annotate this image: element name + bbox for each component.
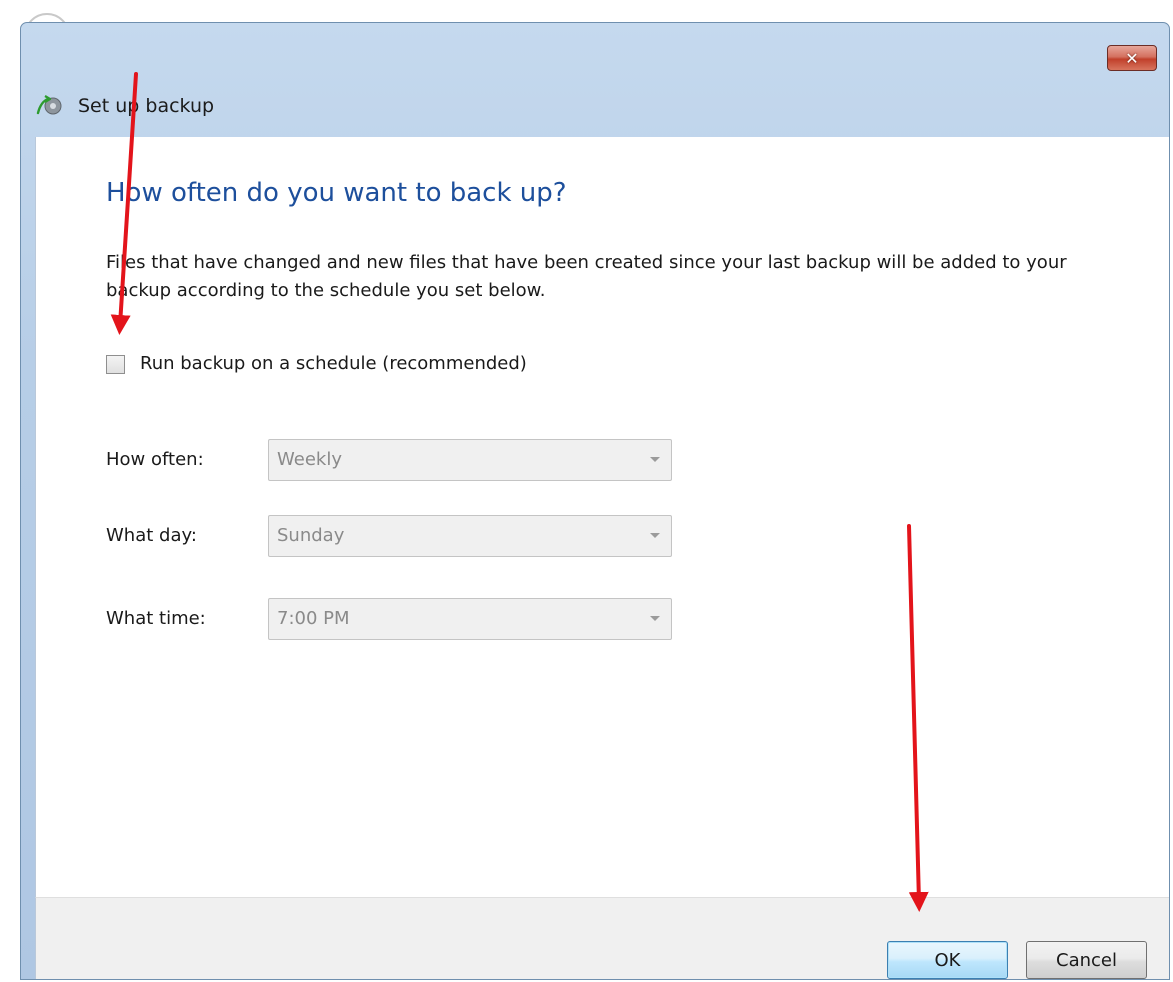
window-title: Set up backup [78, 95, 215, 117]
ok-button[interactable]: OK [887, 941, 1008, 979]
how-often-select[interactable]: Weekly [268, 439, 672, 481]
what-day-label: What day: [106, 525, 197, 546]
what-time-value: 7:00 PM [277, 608, 350, 629]
schedule-checkbox-row[interactable]: Run backup on a schedule (recommended) [106, 352, 527, 376]
page-heading: How often do you want to back up? [106, 178, 567, 208]
page-description: Files that have changed and new files th… [106, 252, 1067, 301]
close-button[interactable]: ✕ [1107, 45, 1157, 71]
what-time-label: What time: [106, 608, 206, 629]
how-often-value: Weekly [277, 449, 342, 470]
chevron-down-icon [650, 533, 660, 538]
schedule-checkbox-label: Run backup on a schedule (recommended) [140, 353, 527, 374]
how-often-label: How often: [106, 449, 204, 470]
cancel-button[interactable]: Cancel [1026, 941, 1147, 979]
title-bar: ✕ Set up backup [21, 23, 1169, 133]
what-time-select[interactable]: 7:00 PM [268, 598, 672, 640]
what-day-value: Sunday [277, 525, 345, 546]
backup-dialog-window: ✕ Set up backup How often do you want to… [20, 22, 1170, 980]
dialog-footer: OK Cancel [35, 897, 1169, 979]
schedule-checkbox[interactable] [106, 354, 125, 374]
chevron-down-icon [650, 457, 660, 462]
close-icon: ✕ [1125, 48, 1139, 68]
chevron-down-icon [650, 616, 660, 621]
what-day-select[interactable]: Sunday [268, 515, 672, 557]
backup-icon [36, 95, 62, 115]
content-panel: How often do you want to back up? Files … [35, 137, 1169, 897]
